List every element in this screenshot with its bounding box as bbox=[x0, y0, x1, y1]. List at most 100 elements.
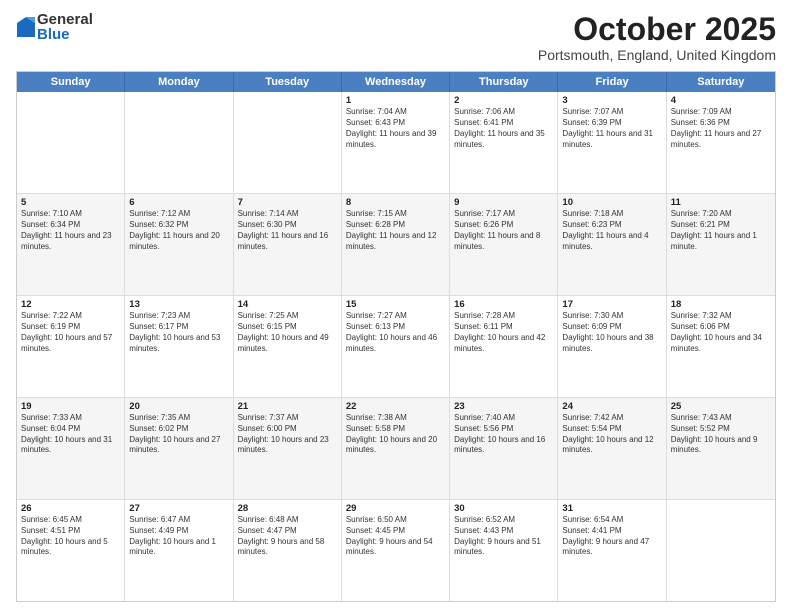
day-number: 8 bbox=[346, 197, 445, 208]
logo: General Blue bbox=[16, 12, 93, 42]
day-number: 26 bbox=[21, 503, 120, 514]
day-number: 18 bbox=[671, 299, 771, 310]
cal-cell-5-4: 29Sunrise: 6:50 AM Sunset: 4:45 PM Dayli… bbox=[342, 500, 450, 601]
cal-cell-3-2: 13Sunrise: 7:23 AM Sunset: 6:17 PM Dayli… bbox=[125, 296, 233, 397]
cell-info: Sunrise: 7:07 AM Sunset: 6:39 PM Dayligh… bbox=[562, 107, 661, 150]
cell-info: Sunrise: 7:12 AM Sunset: 6:32 PM Dayligh… bbox=[129, 209, 228, 252]
cal-cell-1-6: 3Sunrise: 7:07 AM Sunset: 6:39 PM Daylig… bbox=[558, 92, 666, 193]
day-number: 22 bbox=[346, 401, 445, 412]
cell-info: Sunrise: 6:50 AM Sunset: 4:45 PM Dayligh… bbox=[346, 515, 445, 558]
calendar-row-5: 26Sunrise: 6:45 AM Sunset: 4:51 PM Dayli… bbox=[17, 499, 775, 601]
cal-cell-4-7: 25Sunrise: 7:43 AM Sunset: 5:52 PM Dayli… bbox=[667, 398, 775, 499]
day-number: 12 bbox=[21, 299, 120, 310]
cal-cell-2-1: 5Sunrise: 7:10 AM Sunset: 6:34 PM Daylig… bbox=[17, 194, 125, 295]
day-number: 31 bbox=[562, 503, 661, 514]
header-tuesday: Tuesday bbox=[234, 72, 342, 92]
header: General Blue October 2025 Portsmouth, En… bbox=[16, 12, 776, 63]
cal-cell-5-2: 27Sunrise: 6:47 AM Sunset: 4:49 PM Dayli… bbox=[125, 500, 233, 601]
calendar: Sunday Monday Tuesday Wednesday Thursday… bbox=[16, 71, 776, 602]
day-number: 10 bbox=[562, 197, 661, 208]
cal-cell-2-7: 11Sunrise: 7:20 AM Sunset: 6:21 PM Dayli… bbox=[667, 194, 775, 295]
cell-info: Sunrise: 7:40 AM Sunset: 5:56 PM Dayligh… bbox=[454, 413, 553, 456]
cal-cell-3-5: 16Sunrise: 7:28 AM Sunset: 6:11 PM Dayli… bbox=[450, 296, 558, 397]
cell-info: Sunrise: 6:45 AM Sunset: 4:51 PM Dayligh… bbox=[21, 515, 120, 558]
day-number: 27 bbox=[129, 503, 228, 514]
cell-info: Sunrise: 7:17 AM Sunset: 6:26 PM Dayligh… bbox=[454, 209, 553, 252]
title-block: October 2025 Portsmouth, England, United… bbox=[538, 12, 776, 63]
cal-cell-2-2: 6Sunrise: 7:12 AM Sunset: 6:32 PM Daylig… bbox=[125, 194, 233, 295]
day-number: 14 bbox=[238, 299, 337, 310]
cell-info: Sunrise: 7:10 AM Sunset: 6:34 PM Dayligh… bbox=[21, 209, 120, 252]
cal-cell-5-7 bbox=[667, 500, 775, 601]
day-number: 16 bbox=[454, 299, 553, 310]
day-number: 9 bbox=[454, 197, 553, 208]
day-number: 25 bbox=[671, 401, 771, 412]
cell-info: Sunrise: 7:06 AM Sunset: 6:41 PM Dayligh… bbox=[454, 107, 553, 150]
day-number: 28 bbox=[238, 503, 337, 514]
day-number: 24 bbox=[562, 401, 661, 412]
calendar-header: Sunday Monday Tuesday Wednesday Thursday… bbox=[17, 72, 775, 92]
day-number: 19 bbox=[21, 401, 120, 412]
cal-cell-2-3: 7Sunrise: 7:14 AM Sunset: 6:30 PM Daylig… bbox=[234, 194, 342, 295]
day-number: 15 bbox=[346, 299, 445, 310]
cell-info: Sunrise: 6:47 AM Sunset: 4:49 PM Dayligh… bbox=[129, 515, 228, 558]
cal-cell-3-6: 17Sunrise: 7:30 AM Sunset: 6:09 PM Dayli… bbox=[558, 296, 666, 397]
cell-info: Sunrise: 7:22 AM Sunset: 6:19 PM Dayligh… bbox=[21, 311, 120, 354]
cal-cell-1-1 bbox=[17, 92, 125, 193]
cal-cell-1-4: 1Sunrise: 7:04 AM Sunset: 6:43 PM Daylig… bbox=[342, 92, 450, 193]
cell-info: Sunrise: 7:35 AM Sunset: 6:02 PM Dayligh… bbox=[129, 413, 228, 456]
logo-text: General Blue bbox=[37, 12, 93, 42]
day-number: 20 bbox=[129, 401, 228, 412]
cal-cell-1-5: 2Sunrise: 7:06 AM Sunset: 6:41 PM Daylig… bbox=[450, 92, 558, 193]
day-number: 30 bbox=[454, 503, 553, 514]
cell-info: Sunrise: 7:30 AM Sunset: 6:09 PM Dayligh… bbox=[562, 311, 661, 354]
cal-cell-5-5: 30Sunrise: 6:52 AM Sunset: 4:43 PM Dayli… bbox=[450, 500, 558, 601]
day-number: 23 bbox=[454, 401, 553, 412]
cal-cell-4-1: 19Sunrise: 7:33 AM Sunset: 6:04 PM Dayli… bbox=[17, 398, 125, 499]
cal-cell-3-3: 14Sunrise: 7:25 AM Sunset: 6:15 PM Dayli… bbox=[234, 296, 342, 397]
calendar-row-3: 12Sunrise: 7:22 AM Sunset: 6:19 PM Dayli… bbox=[17, 295, 775, 397]
cal-cell-2-5: 9Sunrise: 7:17 AM Sunset: 6:26 PM Daylig… bbox=[450, 194, 558, 295]
calendar-body: 1Sunrise: 7:04 AM Sunset: 6:43 PM Daylig… bbox=[17, 92, 775, 601]
cell-info: Sunrise: 7:15 AM Sunset: 6:28 PM Dayligh… bbox=[346, 209, 445, 252]
day-number: 11 bbox=[671, 197, 771, 208]
cell-info: Sunrise: 7:23 AM Sunset: 6:17 PM Dayligh… bbox=[129, 311, 228, 354]
day-number: 29 bbox=[346, 503, 445, 514]
page: General Blue October 2025 Portsmouth, En… bbox=[0, 0, 792, 612]
cal-cell-4-4: 22Sunrise: 7:38 AM Sunset: 5:58 PM Dayli… bbox=[342, 398, 450, 499]
cell-info: Sunrise: 7:27 AM Sunset: 6:13 PM Dayligh… bbox=[346, 311, 445, 354]
header-saturday: Saturday bbox=[667, 72, 775, 92]
calendar-row-2: 5Sunrise: 7:10 AM Sunset: 6:34 PM Daylig… bbox=[17, 193, 775, 295]
cell-info: Sunrise: 7:37 AM Sunset: 6:00 PM Dayligh… bbox=[238, 413, 337, 456]
cal-cell-4-6: 24Sunrise: 7:42 AM Sunset: 5:54 PM Dayli… bbox=[558, 398, 666, 499]
day-number: 21 bbox=[238, 401, 337, 412]
cell-info: Sunrise: 7:14 AM Sunset: 6:30 PM Dayligh… bbox=[238, 209, 337, 252]
logo-icon bbox=[17, 17, 35, 37]
month-title: October 2025 bbox=[538, 12, 776, 47]
logo-blue-text: Blue bbox=[37, 27, 93, 42]
cal-cell-5-1: 26Sunrise: 6:45 AM Sunset: 4:51 PM Dayli… bbox=[17, 500, 125, 601]
cal-cell-4-3: 21Sunrise: 7:37 AM Sunset: 6:00 PM Dayli… bbox=[234, 398, 342, 499]
day-number: 1 bbox=[346, 95, 445, 106]
header-thursday: Thursday bbox=[450, 72, 558, 92]
cal-cell-4-2: 20Sunrise: 7:35 AM Sunset: 6:02 PM Dayli… bbox=[125, 398, 233, 499]
day-number: 4 bbox=[671, 95, 771, 106]
header-sunday: Sunday bbox=[17, 72, 125, 92]
day-number: 3 bbox=[562, 95, 661, 106]
cell-info: Sunrise: 6:48 AM Sunset: 4:47 PM Dayligh… bbox=[238, 515, 337, 558]
cell-info: Sunrise: 6:52 AM Sunset: 4:43 PM Dayligh… bbox=[454, 515, 553, 558]
cal-cell-2-6: 10Sunrise: 7:18 AM Sunset: 6:23 PM Dayli… bbox=[558, 194, 666, 295]
cell-info: Sunrise: 7:32 AM Sunset: 6:06 PM Dayligh… bbox=[671, 311, 771, 354]
header-wednesday: Wednesday bbox=[342, 72, 450, 92]
calendar-row-1: 1Sunrise: 7:04 AM Sunset: 6:43 PM Daylig… bbox=[17, 92, 775, 193]
cell-info: Sunrise: 7:38 AM Sunset: 5:58 PM Dayligh… bbox=[346, 413, 445, 456]
cell-info: Sunrise: 7:18 AM Sunset: 6:23 PM Dayligh… bbox=[562, 209, 661, 252]
cell-info: Sunrise: 7:09 AM Sunset: 6:36 PM Dayligh… bbox=[671, 107, 771, 150]
header-friday: Friday bbox=[558, 72, 666, 92]
location: Portsmouth, England, United Kingdom bbox=[538, 47, 776, 63]
day-number: 13 bbox=[129, 299, 228, 310]
cal-cell-3-7: 18Sunrise: 7:32 AM Sunset: 6:06 PM Dayli… bbox=[667, 296, 775, 397]
cal-cell-1-2 bbox=[125, 92, 233, 193]
day-number: 5 bbox=[21, 197, 120, 208]
cell-info: Sunrise: 7:04 AM Sunset: 6:43 PM Dayligh… bbox=[346, 107, 445, 150]
